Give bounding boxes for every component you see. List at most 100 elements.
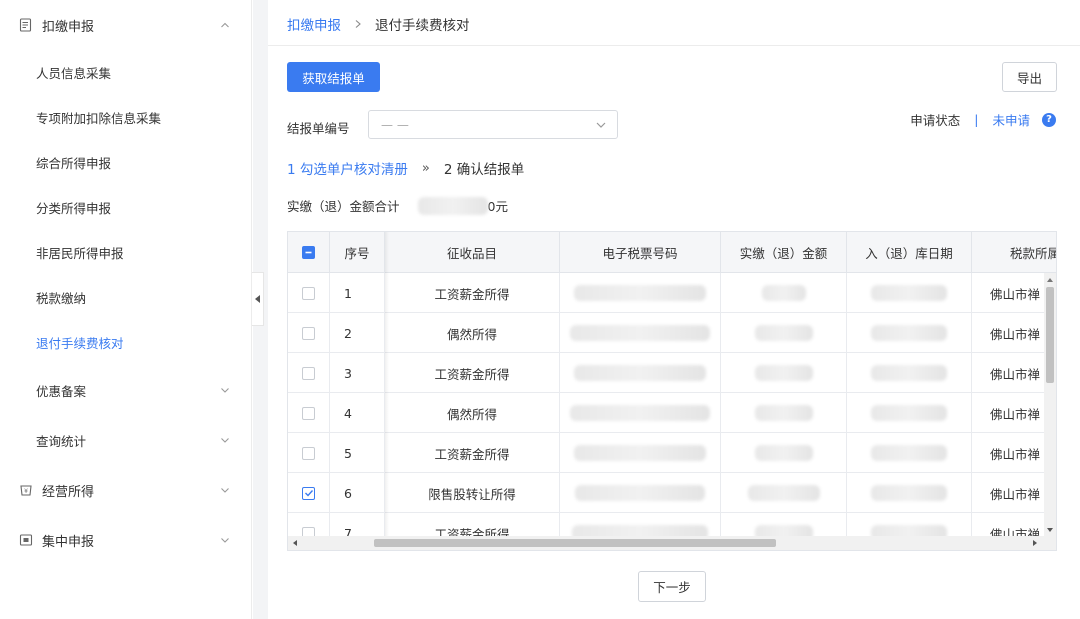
row-amount: [721, 273, 847, 313]
sidebar-group-label: 经营所得: [42, 484, 95, 500]
table-row[interactable]: 4 偶然所得 佛山市禅: [288, 393, 1056, 433]
vertical-scroll-thumb[interactable]: [1046, 287, 1054, 383]
horizontal-scroll-thumb[interactable]: [374, 539, 776, 547]
table-row[interactable]: 5 工资薪金所得 佛山市禅: [288, 433, 1056, 473]
select-all-checkbox[interactable]: [302, 246, 315, 259]
export-button[interactable]: 导出: [1002, 62, 1057, 92]
table-row[interactable]: 6 限售股转让所得 佛山市禅: [288, 473, 1056, 513]
statement-number-label: 结报单编号: [287, 121, 350, 136]
redacted-value: [871, 405, 947, 421]
row-checkbox[interactable]: [302, 486, 315, 500]
redacted-value: [754, 365, 813, 381]
step-separator: »: [421, 160, 430, 176]
redacted-value: [570, 325, 710, 341]
caret-left-icon: [254, 295, 260, 303]
row-ticket-number: [560, 353, 721, 393]
redacted-value: [754, 405, 813, 421]
business-icon: ¥: [18, 482, 34, 498]
svg-text:¥: ¥: [24, 488, 28, 495]
fetch-statement-button[interactable]: 获取结报单: [287, 62, 380, 92]
row-date: [847, 313, 972, 353]
status-label: 申请状态: [910, 113, 961, 128]
step-1[interactable]: 1 勾选单户核对清册: [287, 158, 408, 178]
scroll-down-icon[interactable]: [1046, 526, 1054, 534]
sidebar-sub-preferential[interactable]: 优惠备案: [0, 365, 251, 415]
redacted-value: [871, 445, 947, 461]
chevron-right-icon: [355, 20, 361, 28]
scroll-up-icon[interactable]: [1046, 276, 1054, 284]
row-tax-item: 偶然所得: [385, 393, 560, 433]
row-select-cell: [288, 393, 330, 433]
main-content: 扣缴申报 退付手续费核对 获取结报单 导出 结报单编号 — — 申请状态 | 未…: [268, 0, 1080, 619]
column-header-ticket-no: 电子税票号码: [560, 232, 721, 273]
sidebar-group-batch[interactable]: 集中申报: [0, 515, 251, 565]
table-row[interactable]: 2 偶然所得 佛山市禅: [288, 313, 1056, 353]
chevron-down-icon: [221, 488, 229, 493]
sidebar-item-fee-refund[interactable]: 退付手续费核对: [0, 320, 251, 365]
row-checkbox[interactable]: [302, 326, 315, 340]
redacted-value: [871, 285, 947, 301]
redacted-value: [871, 485, 947, 501]
row-index: 4: [330, 393, 385, 433]
total-amount: 实缴（退）金额合计 0元: [287, 196, 508, 215]
chevron-down-icon: [221, 538, 229, 543]
sidebar-group-business[interactable]: ¥ 经营所得: [0, 465, 251, 515]
row-ticket-number: [560, 393, 721, 433]
sidebar-group-withholding[interactable]: 扣缴申报: [0, 0, 251, 50]
row-checkbox[interactable]: [302, 406, 315, 420]
redacted-value: [417, 196, 488, 215]
row-date: [847, 353, 972, 393]
sidebar-item-personnel[interactable]: 人员信息采集: [0, 50, 251, 95]
breadcrumb-parent-link[interactable]: 扣缴申报: [287, 14, 341, 34]
next-step-button[interactable]: 下一步: [638, 571, 706, 602]
redacted-value: [574, 365, 706, 381]
form-icon: [18, 17, 34, 33]
sidebar-item-special-deduction[interactable]: 专项附加扣除信息采集: [0, 95, 251, 140]
statement-number-select[interactable]: — —: [368, 110, 618, 139]
select-placeholder: — —: [381, 117, 409, 132]
redacted-value: [761, 285, 806, 301]
steps-indicator: 1 勾选单户核对清册 » 2 确认结报单: [287, 158, 524, 179]
row-tax-item: 偶然所得: [385, 313, 560, 353]
status-value: 未申请: [992, 113, 1030, 128]
column-header-index: 序号: [330, 232, 385, 273]
chevron-down-icon: [596, 122, 606, 128]
table-row[interactable]: 1 工资薪金所得 佛山市禅: [288, 273, 1056, 313]
total-unit: 0元: [487, 199, 508, 214]
help-icon[interactable]: ?: [1042, 112, 1056, 127]
redacted-value: [754, 445, 813, 461]
row-select-cell: [288, 353, 330, 393]
row-checkbox[interactable]: [302, 446, 315, 460]
column-header-date: 入（退）库日期: [847, 232, 972, 273]
row-amount: [721, 473, 847, 513]
redacted-value: [570, 405, 710, 421]
total-label: 实缴（退）金额合计: [287, 199, 400, 214]
row-date: [847, 393, 972, 433]
header-divider: [268, 45, 1080, 46]
row-date: [847, 473, 972, 513]
sidebar-item-classified[interactable]: 分类所得申报: [0, 185, 251, 230]
sidebar-group-label: 扣缴申报: [42, 19, 95, 35]
row-index: 3: [330, 353, 385, 393]
scroll-right-icon[interactable]: [1031, 539, 1039, 547]
row-amount: [721, 433, 847, 473]
column-header-amount: 实缴（退）金额: [721, 232, 847, 273]
chevron-down-icon: [221, 388, 229, 393]
row-index: 5: [330, 433, 385, 473]
scroll-left-icon[interactable]: [291, 539, 299, 547]
row-ticket-number: [560, 433, 721, 473]
sidebar-sub-query[interactable]: 查询统计: [0, 415, 251, 465]
sidebar-collapse-handle[interactable]: [252, 272, 264, 326]
sidebar-item-comprehensive[interactable]: 综合所得申报: [0, 140, 251, 185]
sidebar-item-tax-payment[interactable]: 税款缴纳: [0, 275, 251, 320]
row-select-cell: [288, 473, 330, 513]
row-checkbox[interactable]: [302, 286, 315, 300]
sidebar-item-nonresident[interactable]: 非居民所得申报: [0, 230, 251, 275]
vertical-scrollbar[interactable]: [1044, 273, 1056, 537]
horizontal-scrollbar[interactable]: [288, 536, 1056, 550]
batch-icon: [18, 532, 34, 548]
redacted-value: [754, 325, 813, 341]
row-checkbox[interactable]: [302, 366, 315, 380]
row-index: 2: [330, 313, 385, 353]
table-row[interactable]: 3 工资薪金所得 佛山市禅: [288, 353, 1056, 393]
